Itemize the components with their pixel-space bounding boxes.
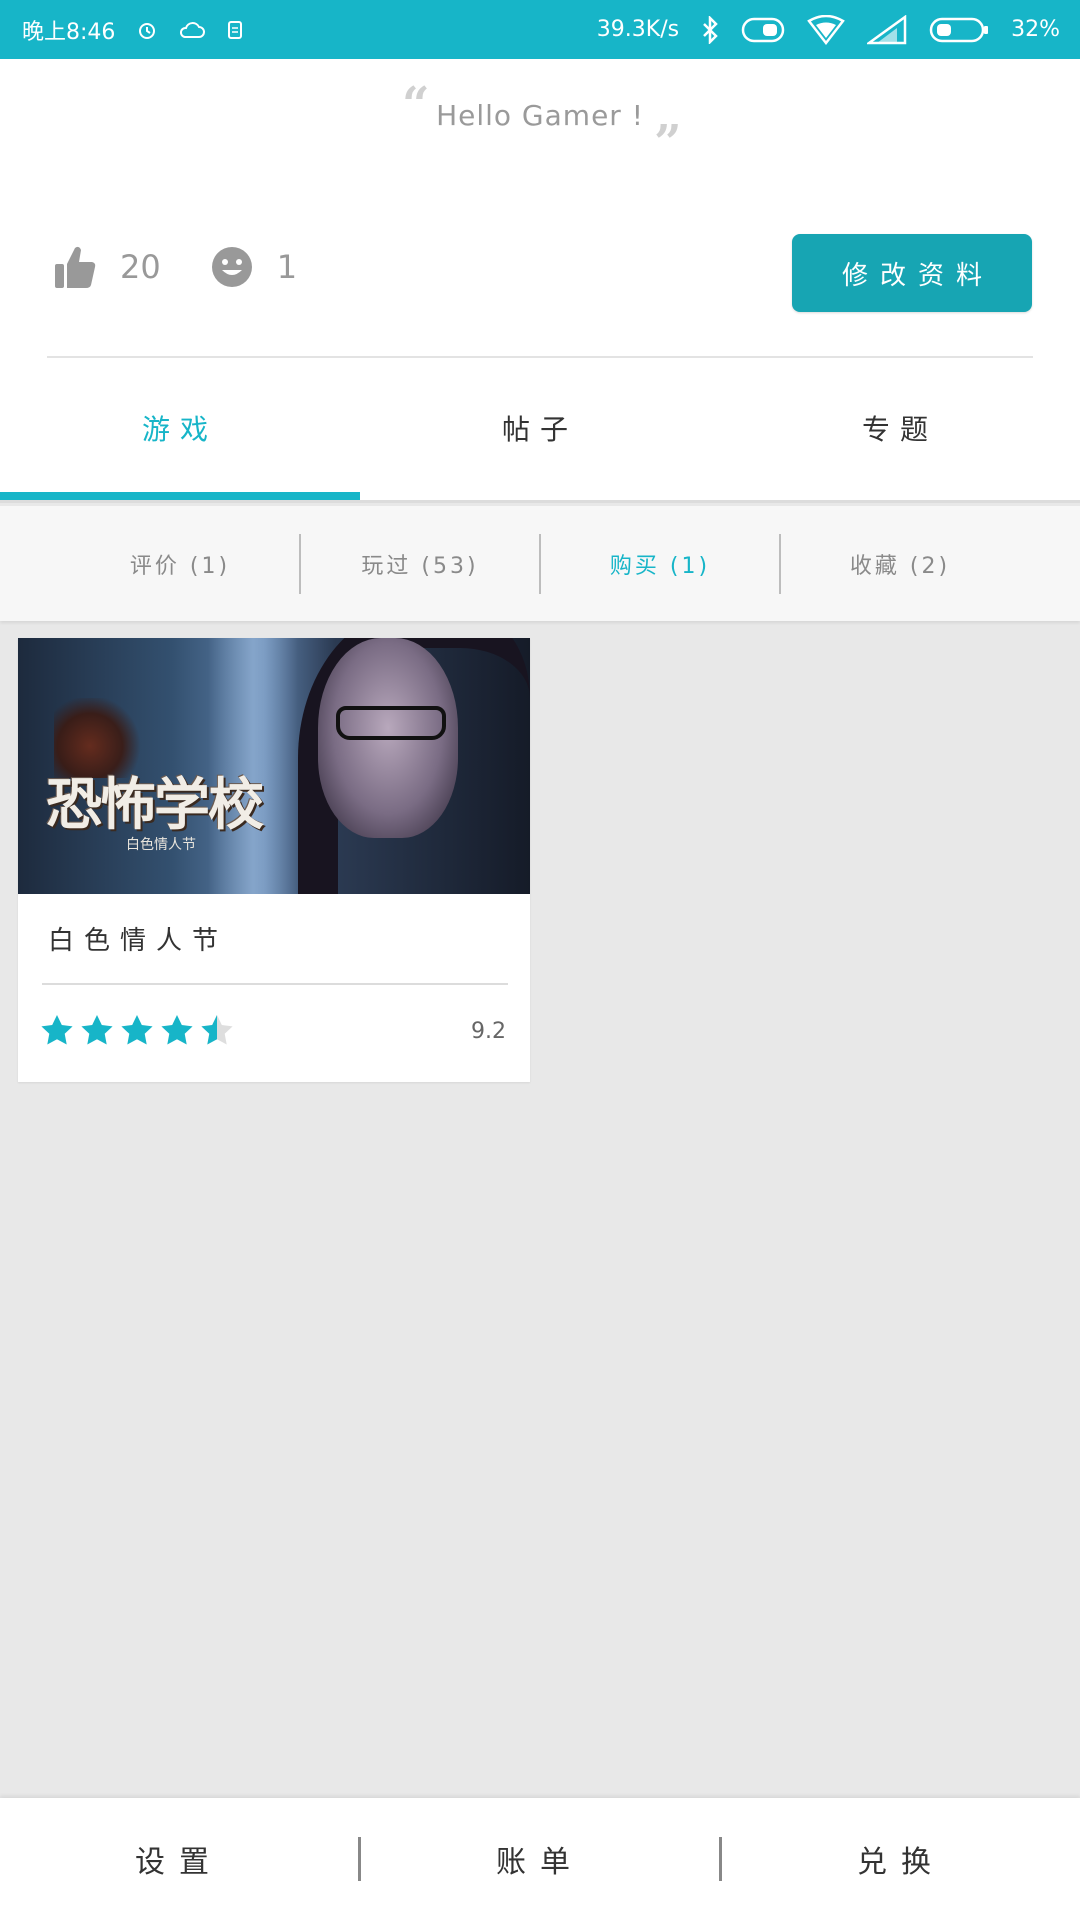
bottom-nav-redeem[interactable]: 兑换 — [722, 1837, 1080, 1881]
likes-stat[interactable]: 20 — [54, 245, 161, 289]
subtab-reviews[interactable]: 评价 (1) — [60, 506, 300, 621]
smiles-stat[interactable]: 1 — [211, 246, 297, 288]
star-icon — [40, 1014, 74, 1046]
subtab-played[interactable]: 玩过 (53) — [300, 506, 540, 621]
alarm-icon — [137, 20, 157, 40]
cloud-icon — [179, 21, 206, 39]
cover-subtitle: 白色情人节 — [126, 837, 196, 853]
close-quote-icon: ” — [654, 115, 682, 171]
bottom-nav: 设置 账单 兑换 — [0, 1798, 1080, 1920]
star-icon — [120, 1014, 154, 1046]
sub-tabs: 评价 (1) 玩过 (53) 购买 (1) 收藏 (2) — [0, 506, 1080, 621]
status-bar: 晚上8:46 39.3K/s 32% — [0, 0, 1080, 59]
subtab-purchased[interactable]: 购买 (1) — [540, 506, 780, 621]
game-score: 9.2 — [471, 1019, 506, 1044]
net-speed: 39.3K/s — [596, 17, 680, 42]
sim-icon — [227, 20, 243, 40]
likes-count: 20 — [120, 248, 161, 286]
profile-stats: 20 1 — [54, 245, 297, 289]
page: 晚上8:46 39.3K/s 32% “ Hello Gamer ! ” 20 … — [0, 0, 1080, 1920]
game-card[interactable]: 恐怖学校 白色情人节 白色情人节 9.2 — [18, 638, 530, 1082]
tab-games[interactable]: 游戏 — [0, 366, 360, 502]
greeting-text: Hello Gamer ! — [436, 99, 644, 132]
toggle-icon — [741, 17, 785, 43]
thumbs-up-icon — [55, 246, 96, 288]
bluetooth-icon — [701, 15, 719, 44]
star-icon — [160, 1014, 194, 1046]
rating-stars — [40, 1014, 234, 1046]
smiley-icon — [211, 247, 252, 287]
cover-character-glasses — [336, 706, 446, 740]
half-star-icon — [200, 1014, 234, 1046]
active-tab-indicator — [0, 492, 360, 500]
cover-title: 恐怖学校 — [46, 772, 264, 838]
status-time: 晚上8:46 — [22, 19, 116, 45]
battery-level: 32% — [1011, 17, 1060, 42]
bottom-nav-settings[interactable]: 设置 — [0, 1837, 358, 1881]
star-icon — [80, 1014, 114, 1046]
main-tabs: 游戏 帖子 专题 — [0, 366, 1080, 502]
battery-icon — [929, 17, 989, 43]
tab-topics[interactable]: 专题 — [720, 366, 1080, 502]
tab-posts[interactable]: 帖子 — [360, 366, 720, 502]
game-cover-image[interactable]: 恐怖学校 白色情人节 — [18, 638, 530, 894]
header-divider — [47, 356, 1033, 358]
signal-icon — [867, 14, 907, 45]
profile-header: “ Hello Gamer ! ” 20 1 修改资料 游戏 帖子 专题 — [0, 59, 1080, 503]
bottom-nav-bills[interactable]: 账单 — [361, 1837, 719, 1881]
smiles-count: 1 — [276, 248, 298, 286]
wifi-icon — [807, 14, 845, 45]
game-title: 白色情人节 — [48, 926, 229, 956]
subtab-favorites[interactable]: 收藏 (2) — [780, 506, 1020, 621]
tabs-border — [0, 500, 1080, 503]
edit-profile-button[interactable]: 修改资料 — [792, 234, 1032, 312]
card-divider — [42, 983, 508, 985]
